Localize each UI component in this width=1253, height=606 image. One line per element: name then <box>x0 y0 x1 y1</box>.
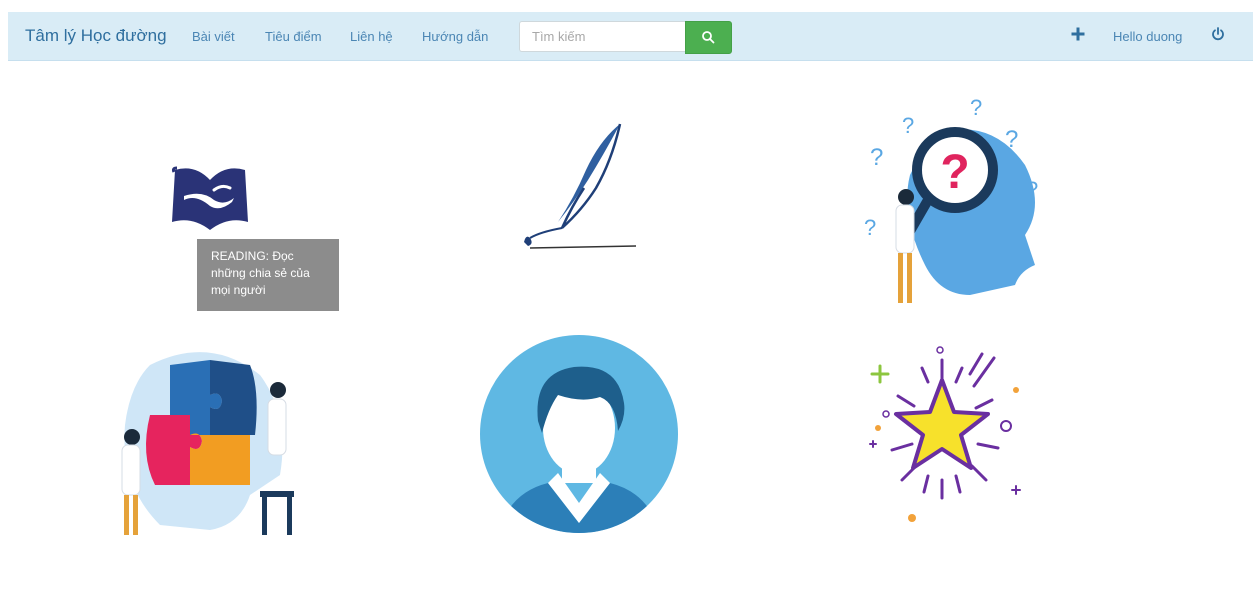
svg-text:?: ? <box>940 146 969 199</box>
plus-icon <box>1071 27 1085 41</box>
user-greeting-link[interactable]: Hello duong <box>1113 29 1182 44</box>
search-input[interactable] <box>519 21 685 52</box>
star-icon <box>869 346 1021 522</box>
writing-quill-icon <box>524 123 637 249</box>
nav-link-bai-viet[interactable]: Bài viết <box>192 29 235 44</box>
tile-star[interactable] <box>862 340 1027 535</box>
question-head-icon: ? ? ? ? ? ? ? <box>864 95 1038 303</box>
search-icon <box>702 31 715 44</box>
user-avatar-icon <box>480 335 678 533</box>
svg-text:?: ? <box>864 215 876 240</box>
power-icon <box>1212 27 1224 41</box>
search-form <box>519 21 732 54</box>
nav-link-huong-dan[interactable]: Hướng dẫn <box>422 29 488 44</box>
reading-book-hand-icon <box>171 166 248 230</box>
svg-text:?: ? <box>970 95 982 120</box>
svg-text:?: ? <box>870 144 883 171</box>
tile-puzzle-head[interactable] <box>100 335 310 550</box>
nav-link-tieu-diem[interactable]: Tiêu điểm <box>265 29 322 44</box>
svg-text:?: ? <box>1026 177 1038 202</box>
reading-tooltip: READING: Đọc những chia sẻ của mọi người <box>197 239 339 311</box>
puzzle-head-icon <box>121 352 294 535</box>
add-post-button[interactable] <box>1070 26 1086 47</box>
tile-writing[interactable] <box>500 110 650 265</box>
tile-avatar[interactable] <box>478 333 680 540</box>
search-button[interactable] <box>685 21 732 54</box>
svg-text:?: ? <box>1005 126 1018 153</box>
brand-link[interactable]: Tâm lý Học đường <box>25 26 167 46</box>
tile-reading[interactable] <box>150 150 270 245</box>
navbar: Tâm lý Học đường Bài viết Tiêu điểm Liên… <box>8 12 1253 61</box>
svg-text:?: ? <box>902 113 914 138</box>
tile-question-head[interactable]: ? ? ? ? ? ? ? <box>850 95 1050 320</box>
nav-link-lien-he[interactable]: Liên hệ <box>350 29 393 44</box>
logout-button[interactable] <box>1210 26 1226 47</box>
